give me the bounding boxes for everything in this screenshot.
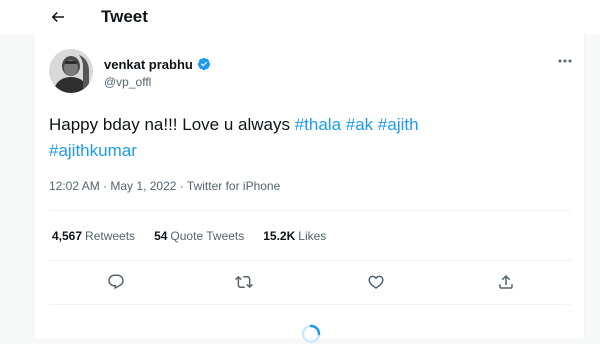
back-button[interactable] [47, 6, 69, 28]
tweet-time[interactable]: 12:02 AM [49, 179, 100, 193]
author-display-name[interactable]: venkat prabhu [104, 57, 193, 72]
like-button[interactable] [366, 272, 386, 292]
share-button[interactable] [496, 272, 516, 292]
like-icon [368, 275, 384, 289]
avatar-photo-icon [49, 49, 93, 93]
meta-separator: · [179, 179, 184, 193]
likes-stat[interactable]: 15.2K Likes [263, 229, 326, 243]
tweet-source[interactable]: Twitter for iPhone [187, 179, 280, 193]
divider [49, 210, 571, 211]
top-header: Tweet [0, 0, 600, 34]
meta-separator: · [103, 179, 108, 193]
page-title: Tweet [101, 7, 148, 26]
retweet-button[interactable] [234, 272, 254, 292]
hashtag-link[interactable]: #thala [295, 115, 341, 134]
more-options-button[interactable] [554, 54, 576, 68]
hashtag-link[interactable]: #ak [346, 115, 373, 134]
divider [49, 304, 571, 305]
likes-label: Likes [298, 229, 327, 243]
reply-button[interactable] [106, 272, 126, 292]
tweet-meta: 12:02 AM · May 1, 2022 · Twitter for iPh… [49, 179, 280, 193]
hashtag-link[interactable]: #ajith [378, 115, 419, 134]
tweet-date[interactable]: May 1, 2022 [110, 179, 176, 193]
hashtag-link[interactable]: #ajithkumar [49, 141, 137, 160]
loading-spinner-icon [301, 324, 321, 344]
author-name-row: venkat prabhu [104, 56, 211, 72]
quote-tweets-stat[interactable]: 54 Quote Tweets [154, 229, 244, 243]
avatar[interactable] [49, 49, 93, 93]
reply-icon [108, 274, 124, 290]
retweet-icon [235, 275, 253, 289]
more-horizontal-icon [558, 59, 572, 63]
arrow-left-icon [51, 11, 64, 23]
quotes-count: 54 [154, 229, 168, 243]
tweet-card: venkat prabhu @vp_offl Happy bday na!!! … [33, 34, 586, 344]
retweets-label: Retweets [85, 229, 136, 243]
tweet-text-plain: Happy bday na!!! Love u always [49, 115, 295, 134]
likes-count: 15.2K [263, 229, 296, 243]
divider [49, 260, 571, 261]
retweets-count: 4,567 [52, 229, 83, 243]
quotes-label: Quote Tweets [170, 229, 245, 243]
tweet-text: Happy bday na!!! Love u always #thala #a… [49, 112, 549, 164]
tweet-stats: 4,567 Retweets 54 Quote Tweets 15.2K Likes [52, 229, 345, 243]
tweet-actions [34, 272, 586, 292]
author-handle[interactable]: @vp_offl [104, 75, 151, 89]
verified-badge-icon [197, 57, 211, 71]
retweets-stat[interactable]: 4,567 Retweets [52, 229, 135, 243]
share-icon [499, 274, 513, 289]
